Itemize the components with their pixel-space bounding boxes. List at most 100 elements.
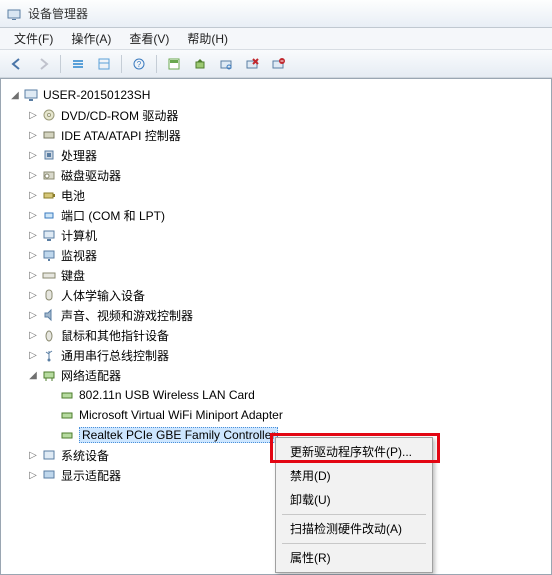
tree-item-label: IDE ATA/ATAPI 控制器 (61, 127, 181, 144)
tree-root-label: USER-20150123SH (43, 88, 150, 102)
tree-item-usb[interactable]: ▷ 通用串行总线控制器 (5, 345, 547, 365)
expander-icon[interactable]: ▷ (27, 309, 39, 321)
tree-item-label: 端口 (COM 和 LPT) (61, 207, 165, 224)
expander-empty (45, 389, 57, 401)
tree-item-ide[interactable]: ▷ IDE ATA/ATAPI 控制器 (5, 125, 547, 145)
expander-icon[interactable]: ▷ (27, 169, 39, 181)
toolbar-separator (60, 55, 61, 73)
expander-empty (45, 429, 57, 441)
expander-empty (45, 409, 57, 421)
menu-action[interactable]: 操作(A) (63, 28, 119, 49)
tree-item-label: 系统设备 (61, 447, 109, 464)
tree-item-label: DVD/CD-ROM 驱动器 (61, 107, 178, 124)
list-view-icon[interactable] (67, 53, 89, 75)
expander-icon[interactable]: ◢ (27, 369, 39, 381)
tree-item-label: 磁盘驱动器 (61, 167, 121, 184)
tree-item-label: 计算机 (61, 227, 97, 244)
scan-hardware-icon[interactable] (215, 53, 237, 75)
window-title: 设备管理器 (28, 5, 88, 22)
titlebar: 设备管理器 (0, 0, 552, 28)
menu-view[interactable]: 查看(V) (121, 28, 177, 49)
tree-item-ports[interactable]: ▷ 端口 (COM 和 LPT) (5, 205, 547, 225)
adapter-icon (59, 427, 75, 443)
properties-icon[interactable] (163, 53, 185, 75)
tree-item-computer[interactable]: ▷ 计算机 (5, 225, 547, 245)
tree-item-network[interactable]: ◢ 网络适配器 (5, 365, 547, 385)
expander-icon[interactable]: ▷ (27, 329, 39, 341)
mouse-icon (41, 327, 57, 343)
pc-icon (41, 227, 57, 243)
toolbar-separator (121, 55, 122, 73)
keyboard-icon (41, 267, 57, 283)
tree-item-label: 显示适配器 (61, 467, 121, 484)
system-icon (41, 447, 57, 463)
tree-item-battery[interactable]: ▷ 电池 (5, 185, 547, 205)
disable-icon[interactable] (267, 53, 289, 75)
ctx-separator (282, 543, 426, 544)
expander-icon[interactable]: ◢ (9, 89, 21, 101)
tree-root[interactable]: ◢ USER-20150123SH (5, 85, 547, 105)
computer-icon (23, 87, 39, 103)
menu-file[interactable]: 文件(F) (6, 28, 61, 49)
tree-child-label: 802.11n USB Wireless LAN Card (79, 388, 255, 402)
tree-item-sound[interactable]: ▷声音、视频和游戏控制器 (5, 305, 547, 325)
tree-item-hid[interactable]: ▷ 人体学输入设备 (5, 285, 547, 305)
tree-item-keyboard[interactable]: ▷ 键盘 (5, 265, 547, 285)
forward-icon[interactable] (32, 53, 54, 75)
tree-item-label: 网络适配器 (61, 367, 121, 384)
hdd-icon (41, 167, 57, 183)
detail-view-icon[interactable] (93, 53, 115, 75)
tree-item-label: 监视器 (61, 247, 97, 264)
tree-child-wifi-usb[interactable]: 802.11n USB Wireless LAN Card (5, 385, 547, 405)
battery-icon (41, 187, 57, 203)
ctx-uninstall[interactable]: 卸载(U) (278, 488, 430, 512)
expander-icon[interactable]: ▷ (27, 189, 39, 201)
update-driver-icon[interactable] (189, 53, 211, 75)
back-icon[interactable] (6, 53, 28, 75)
expander-icon[interactable]: ▷ (27, 129, 39, 141)
context-menu: 更新驱动程序软件(P)... 禁用(D) 卸载(U) 扫描检测硬件改动(A) 属… (275, 437, 433, 573)
adapter-icon (59, 407, 75, 423)
tree-child-virtual-wifi[interactable]: Microsoft Virtual WiFi Miniport Adapter (5, 405, 547, 425)
usb-icon (41, 347, 57, 363)
tree-child-label: Microsoft Virtual WiFi Miniport Adapter (79, 408, 283, 422)
cpu-icon (41, 147, 57, 163)
expander-icon[interactable]: ▷ (27, 289, 39, 301)
tree-item-processor[interactable]: ▷处理器 (5, 145, 547, 165)
toolbar: ? (0, 50, 552, 78)
tree-item-label: 电池 (61, 187, 85, 204)
expander-icon[interactable]: ▷ (27, 349, 39, 361)
ctx-properties[interactable]: 属性(R) (278, 546, 430, 570)
port-icon (41, 207, 57, 223)
expander-icon[interactable]: ▷ (27, 229, 39, 241)
ctx-separator (282, 514, 426, 515)
expander-icon[interactable]: ▷ (27, 449, 39, 461)
ctx-scan-hardware[interactable]: 扫描检测硬件改动(A) (278, 517, 430, 541)
tree-item-monitor[interactable]: ▷ 监视器 (5, 245, 547, 265)
expander-icon[interactable]: ▷ (27, 249, 39, 261)
help-icon[interactable]: ? (128, 53, 150, 75)
tree-item-mouse[interactable]: ▷ 鼠标和其他指针设备 (5, 325, 547, 345)
menu-help[interactable]: 帮助(H) (179, 28, 236, 49)
expander-icon[interactable]: ▷ (27, 149, 39, 161)
tree-item-label: 鼠标和其他指针设备 (61, 327, 169, 344)
tree-item-label: 通用串行总线控制器 (61, 347, 169, 364)
controller-icon (41, 127, 57, 143)
tree-child-label: Realtek PCIe GBE Family Controller (79, 427, 278, 443)
tree-item-dvd[interactable]: ▷ DVD/CD-ROM 驱动器 (5, 105, 547, 125)
expander-icon[interactable]: ▷ (27, 469, 39, 481)
expander-icon[interactable]: ▷ (27, 109, 39, 121)
ctx-update-driver[interactable]: 更新驱动程序软件(P)... (278, 440, 430, 464)
tree-item-label: 键盘 (61, 267, 85, 284)
tree-item-label: 人体学输入设备 (61, 287, 145, 304)
ctx-disable[interactable]: 禁用(D) (278, 464, 430, 488)
uninstall-icon[interactable] (241, 53, 263, 75)
monitor-icon (41, 247, 57, 263)
expander-icon[interactable]: ▷ (27, 269, 39, 281)
svg-text:?: ? (137, 60, 142, 69)
sound-icon (41, 307, 57, 323)
device-manager-icon (6, 6, 22, 22)
expander-icon[interactable]: ▷ (27, 209, 39, 221)
disc-icon (41, 107, 57, 123)
tree-item-disk[interactable]: ▷ 磁盘驱动器 (5, 165, 547, 185)
